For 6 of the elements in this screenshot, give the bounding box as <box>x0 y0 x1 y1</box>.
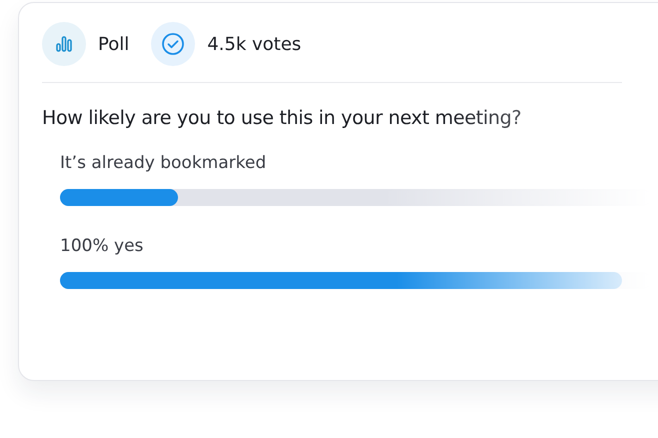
option-label: It’s already bookmarked <box>60 153 268 173</box>
poll-label: Poll <box>98 34 130 54</box>
vote-count: 4.5k votes <box>207 34 302 54</box>
option-label: 100% yes <box>60 236 144 256</box>
check-circle-icon <box>151 22 196 66</box>
bar-chart-icon <box>42 22 86 66</box>
